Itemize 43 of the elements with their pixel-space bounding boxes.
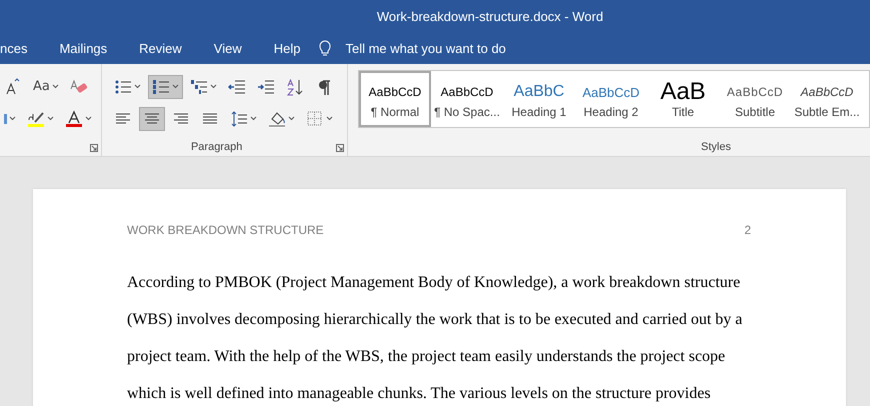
sort-icon xyxy=(286,78,304,96)
decrease-indent-icon xyxy=(228,78,246,96)
page-number: 2 xyxy=(744,223,751,237)
numbering-button[interactable] xyxy=(148,74,184,98)
ribbon-tab[interactable]: Review xyxy=(126,32,195,64)
caret-icon[interactable] xyxy=(9,116,16,121)
bullet-list-icon xyxy=(114,78,132,96)
caret-icon[interactable] xyxy=(47,116,54,121)
line-spacing-icon xyxy=(230,110,248,128)
caret-icon[interactable] xyxy=(52,84,59,89)
window-title: Work-breakdown-structure.docx - Word xyxy=(376,8,604,24)
multilevel-list-icon xyxy=(190,78,208,96)
borders-icon xyxy=(306,110,324,128)
increase-indent-icon xyxy=(257,78,276,96)
caret-icon[interactable] xyxy=(134,84,142,89)
dialog-launcher-icon[interactable] xyxy=(90,144,98,152)
body-paragraph: According to PMBOK (Project Management Body of Knowledge), a work breakdown structure (WBS) involves decomposing hierarchically the work that is to be executed and carried out by a project team. With the help of the WBS, the project team easily understands the project scope which is well defined into manageable chunks. The various levels on the structure provides xyxy=(127,273,744,404)
ribbon-tab[interactable]: nces xyxy=(0,32,40,64)
group-label: Paragraph xyxy=(190,141,244,153)
font-color-icon xyxy=(65,110,83,128)
format-icon xyxy=(4,114,7,124)
caret-icon[interactable] xyxy=(85,116,92,121)
change-case-button[interactable]: Aa xyxy=(29,74,63,98)
tell-me-search[interactable]: Tell me what you want to do xyxy=(339,40,512,56)
ribbon-tab[interactable]: View xyxy=(200,32,255,64)
caret-icon[interactable] xyxy=(210,84,218,89)
numbered-list-icon xyxy=(152,78,170,96)
style-item[interactable]: AaBbCcD ¶ Normal xyxy=(359,71,431,127)
dialog-launcher-icon[interactable] xyxy=(336,144,344,152)
page-header: WORK BREAKDOWN STRUCTURE xyxy=(127,223,324,237)
caret-icon[interactable] xyxy=(250,116,258,121)
ribbon-tab[interactable]: Help xyxy=(260,32,314,64)
align-center-button[interactable] xyxy=(139,106,166,130)
ribbon-tab[interactable]: Mailings xyxy=(46,32,120,64)
group-label: Styles xyxy=(700,141,732,153)
caret-icon[interactable] xyxy=(326,116,334,121)
eraser-icon xyxy=(70,78,88,96)
font-size-icon xyxy=(4,78,22,96)
caret-icon[interactable] xyxy=(172,84,180,89)
highlighter-icon xyxy=(27,110,45,128)
caret-icon[interactable] xyxy=(288,116,296,121)
lightbulb-icon xyxy=(319,40,332,56)
paint-bucket-icon xyxy=(268,110,286,128)
